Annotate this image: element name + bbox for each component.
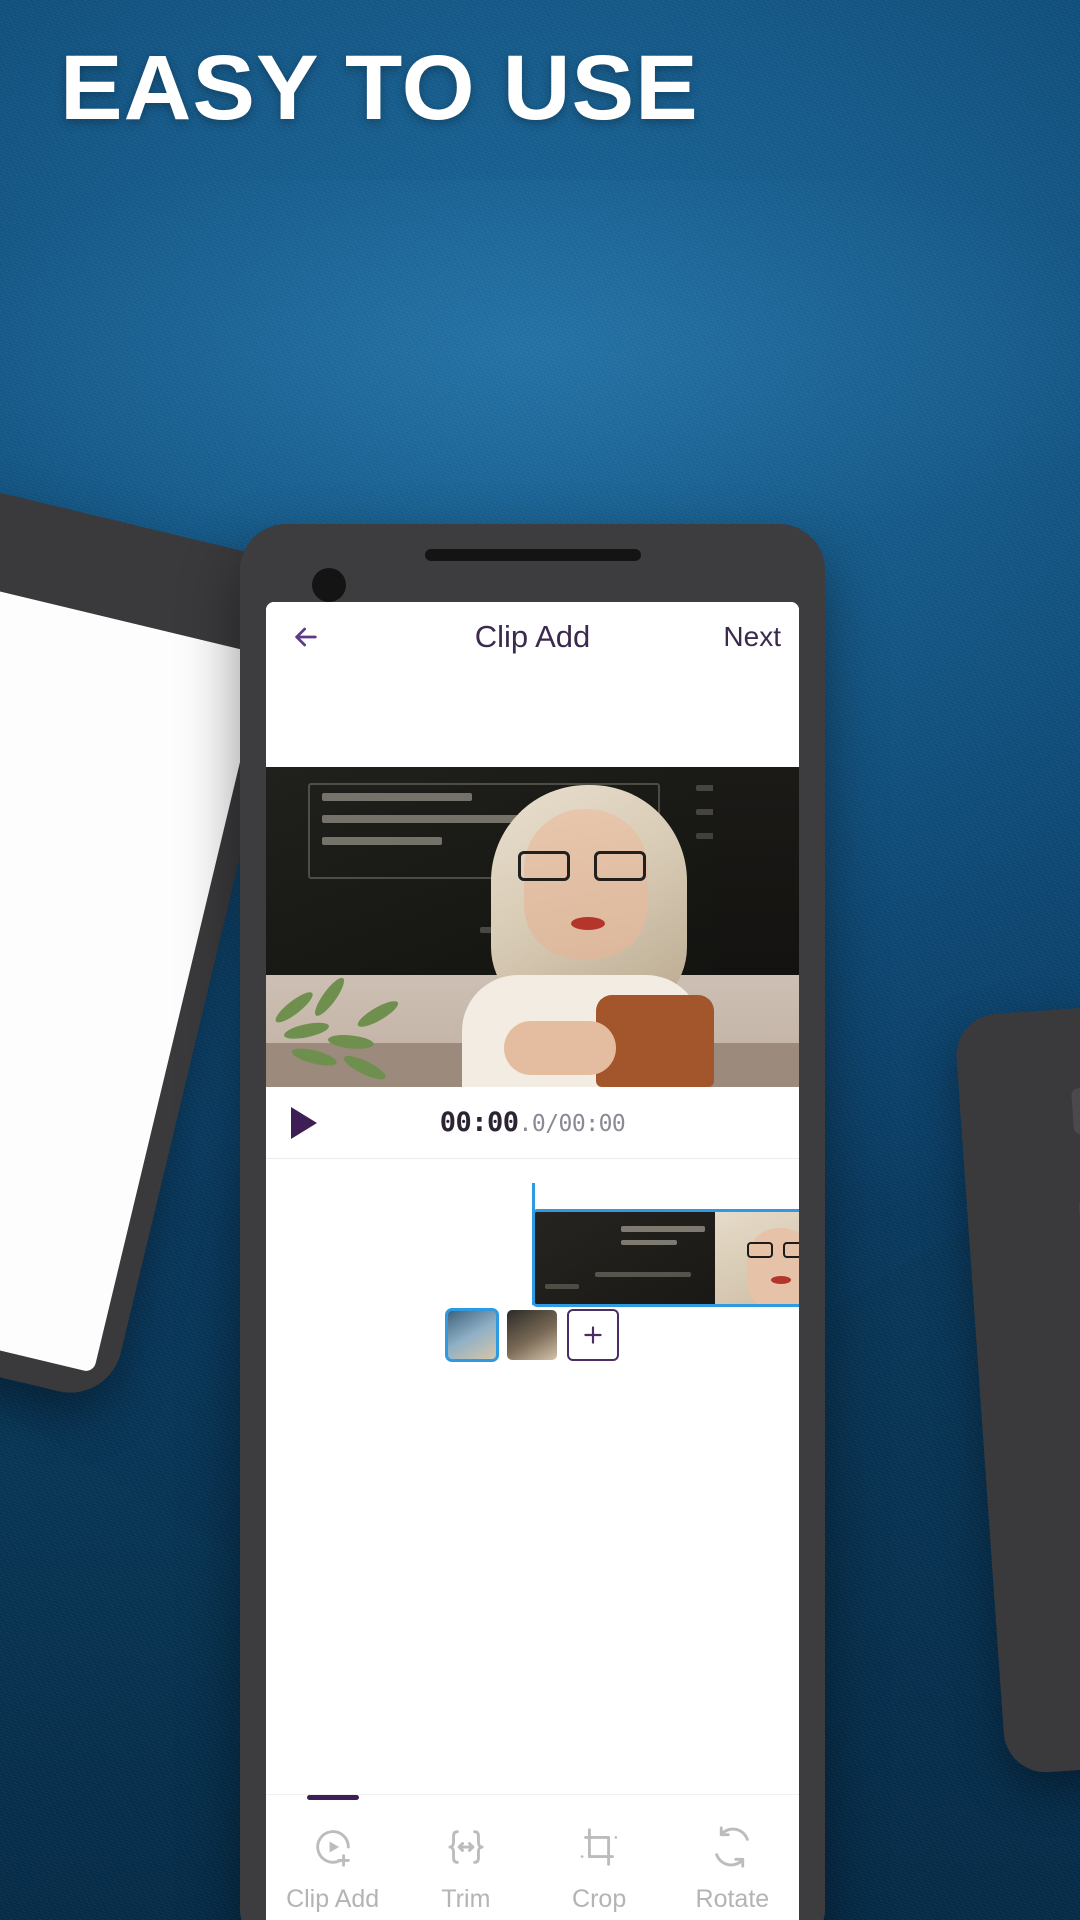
arrow-left-icon[interactable] — [284, 615, 328, 659]
clip-thumbnail-2[interactable] — [506, 1310, 557, 1360]
preview-subject-hands — [504, 1021, 616, 1075]
transport-bar: 00:00.0/00:00 — [266, 1087, 799, 1159]
timeline-clip-glasses — [747, 1242, 799, 1258]
timeline[interactable] — [266, 1159, 799, 1389]
preview-plant — [270, 974, 418, 1087]
editor-toolbar: Clip Add Trim Crop Rotate — [266, 1794, 799, 1920]
tool-trim[interactable]: Trim — [399, 1795, 532, 1920]
preview-subject-face — [524, 809, 648, 959]
time-display: 00:00.0/00:00 — [266, 1107, 799, 1138]
timeline-clip[interactable] — [532, 1209, 799, 1307]
chalk-mark — [322, 793, 472, 801]
phone-speaker — [424, 549, 641, 561]
rotate-icon — [709, 1819, 755, 1875]
tool-label: Trim — [441, 1885, 491, 1913]
appbar-spacer — [266, 672, 799, 767]
chalk-mark — [595, 1272, 691, 1277]
tool-clip-add[interactable]: Clip Add — [266, 1795, 399, 1920]
sliver-tile — [1071, 1085, 1080, 1135]
tool-label: Clip Add — [286, 1885, 380, 1913]
crop-icon — [576, 1819, 622, 1875]
phone-camera — [312, 568, 346, 602]
time-total: .0/00:00 — [518, 1111, 626, 1137]
page-title: EASY TO USE — [60, 37, 699, 139]
active-tool-indicator — [306, 1795, 359, 1800]
video-preview[interactable] — [266, 767, 799, 1087]
preview-subject-glasses — [518, 851, 646, 881]
chalk-mark — [322, 815, 520, 823]
chalk-mark — [545, 1284, 579, 1289]
time-current: 00:00 — [439, 1107, 519, 1138]
chalk-mark — [322, 837, 442, 845]
chalk-mark — [621, 1240, 677, 1245]
trim-icon — [443, 1819, 489, 1875]
phone-screen: Clip Add Next 00:00.0/00:00 Clip Add Tri… — [266, 602, 799, 1920]
next-button[interactable]: Next — [723, 621, 781, 653]
clip-thumbnail-strip — [266, 1308, 799, 1362]
tool-crop[interactable]: Crop — [533, 1795, 666, 1920]
timeline-clip-lips — [771, 1276, 791, 1284]
page-title: Clip Add — [474, 619, 591, 654]
tool-rotate[interactable]: Rotate — [666, 1795, 799, 1920]
timeline-clip-face — [747, 1228, 799, 1304]
preview-subject-lips — [571, 917, 605, 930]
tool-label: Crop — [572, 1885, 627, 1913]
main-phone-mockup: Clip Add Next 00:00.0/00:00 Clip Add Tri… — [240, 524, 825, 1920]
clip-add-icon — [310, 1819, 356, 1875]
clip-thumbnail-1[interactable] — [444, 1308, 499, 1362]
preview-right-shadow — [713, 767, 799, 981]
tool-label: Rotate — [695, 1885, 770, 1913]
add-clip-button[interactable] — [566, 1309, 619, 1361]
chalk-mark — [621, 1226, 705, 1232]
app-bar: Clip Add Next — [266, 602, 799, 672]
play-icon[interactable] — [274, 1106, 334, 1139]
